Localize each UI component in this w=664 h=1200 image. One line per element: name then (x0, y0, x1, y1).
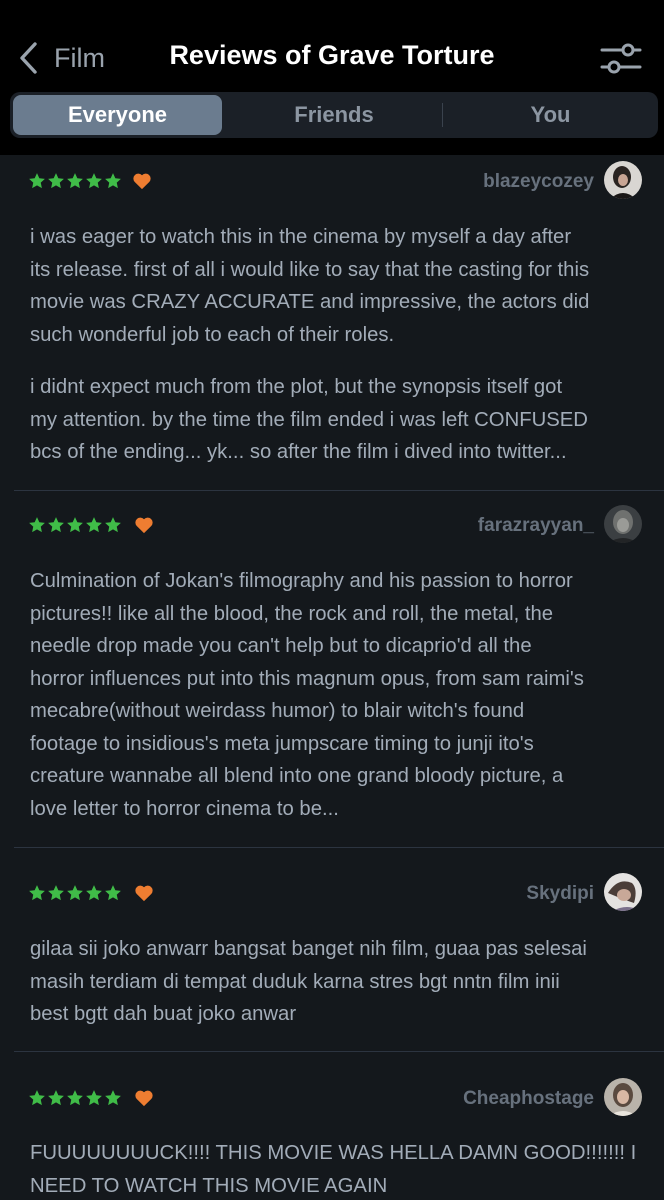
user-avatar[interactable] (604, 161, 642, 199)
star-icon (86, 885, 102, 901)
tab-everyone[interactable]: Everyone (13, 95, 222, 135)
review-card[interactable]: Skydipi gilaa sii joko anwarr bangsat ba… (0, 848, 664, 1052)
user-avatar[interactable] (604, 1078, 642, 1116)
back-label: Film (54, 42, 105, 73)
star-icon (48, 885, 64, 901)
review-paragraph: gilaa sii joko anwarr bangsat banget nih… (30, 933, 640, 1031)
review-line: Culmination of Jokan's filmography and h… (30, 570, 573, 592)
star-icon (48, 517, 64, 533)
review-username[interactable]: farazrayyan_ (478, 515, 594, 537)
review-line: creature wannabe all blend into one gran… (30, 765, 564, 787)
review-paragraph: i didnt expect much from the plot, but t… (30, 371, 640, 469)
star-icon (86, 1090, 102, 1106)
audience-tab-bar: Everyone Friends You (10, 92, 658, 138)
review-line: best bgtt dah buat joko anwar (30, 1003, 297, 1025)
review-line: i didnt expect much from the plot, but t… (30, 376, 563, 398)
review-line: its release. first of all i would like t… (30, 258, 590, 281)
chevron-left-icon (20, 42, 37, 74)
review-text: gilaa sii joko anwarr bangsat banget nih… (30, 933, 640, 1031)
review-line: gilaa sii joko anwarr bangsat banget nih… (30, 938, 587, 960)
star-icon (67, 885, 83, 901)
review-card[interactable]: blazeycozey i was eager to watch this in… (0, 155, 664, 491)
back-button[interactable]: Film (18, 38, 105, 78)
review-username[interactable]: Skydipi (526, 883, 594, 905)
star-icon (105, 517, 121, 533)
star-icon (29, 517, 45, 533)
review-line: my attention. by the time the film ended… (30, 408, 588, 431)
review-line: love letter to horror cinema to be... (30, 797, 339, 820)
review-paragraph: FUUUUUUUUCK!!!! THIS MOVIE WAS HELLA DAM… (30, 1137, 640, 1200)
review-line: needle drop made you can't help but to d… (30, 635, 532, 657)
star-rating (28, 1089, 123, 1107)
top-bar: Film Reviews of Grave Torture Everyone F… (0, 0, 664, 155)
review-line: such wonderful job to each of their role… (30, 323, 395, 346)
review-card[interactable]: farazrayyan_ Culmination of Jokan's film… (0, 491, 664, 848)
review-paragraph: i was eager to watch this in the cinema … (30, 221, 640, 351)
tab-you[interactable]: You (443, 92, 658, 138)
review-line: pictures!! like all the blood, the rock … (30, 602, 554, 625)
star-icon (105, 1090, 121, 1106)
review-paragraph: Culmination of Jokan's filmography and h… (30, 565, 640, 825)
review-line: masih terdiam di tempat duduk karna stre… (30, 970, 560, 993)
review-text: FUUUUUUUUCK!!!! THIS MOVIE WAS HELLA DAM… (30, 1137, 640, 1200)
review-line: NEED TO WATCH THIS MOVIE AGAIN (30, 1174, 388, 1197)
star-rating (28, 172, 123, 190)
review-line: horror influences put into this magnum o… (30, 667, 584, 690)
star-icon (67, 1090, 83, 1106)
star-rating (28, 884, 123, 902)
review-text: Culmination of Jokan's filmography and h… (30, 565, 640, 825)
star-icon (67, 173, 83, 189)
star-icon (29, 885, 45, 901)
tab-friends[interactable]: Friends (226, 92, 442, 138)
star-icon (48, 173, 64, 189)
heart-icon (135, 1090, 153, 1107)
review-line: bcs of the ending... yk... so after the … (30, 441, 567, 463)
review-text: i was eager to watch this in the cinema … (30, 221, 640, 469)
star-icon (48, 1090, 64, 1106)
review-card[interactable]: Cheaphostage FUUUUUUUUCK!!!! THIS MOVIE … (0, 1052, 664, 1200)
star-icon (29, 1090, 45, 1106)
heart-icon (135, 885, 153, 902)
review-line: footage to insidious's meta jumpscare ti… (30, 732, 534, 755)
filter-sliders-icon[interactable] (598, 40, 644, 76)
review-username[interactable]: blazeycozey (483, 171, 594, 193)
star-icon (29, 173, 45, 189)
star-icon (86, 173, 102, 189)
review-line: i was eager to watch this in the cinema … (30, 226, 572, 248)
star-icon (67, 517, 83, 533)
user-avatar[interactable] (604, 505, 642, 543)
reviews-screen: Film Reviews of Grave Torture Everyone F… (0, 0, 664, 1200)
review-line: FUUUUUUUUCK!!!! THIS MOVIE WAS HELLA DAM… (30, 1142, 637, 1164)
review-username[interactable]: Cheaphostage (463, 1088, 594, 1110)
star-icon (86, 517, 102, 533)
star-icon (105, 173, 121, 189)
user-avatar[interactable] (604, 873, 642, 911)
heart-icon (135, 517, 153, 534)
star-rating (28, 516, 123, 534)
review-line: movie was CRAZY ACCURATE and impressive,… (30, 291, 590, 313)
star-icon (105, 885, 121, 901)
review-line: mecabre(without weirdass humor) to blair… (30, 700, 525, 722)
heart-icon (133, 173, 151, 190)
